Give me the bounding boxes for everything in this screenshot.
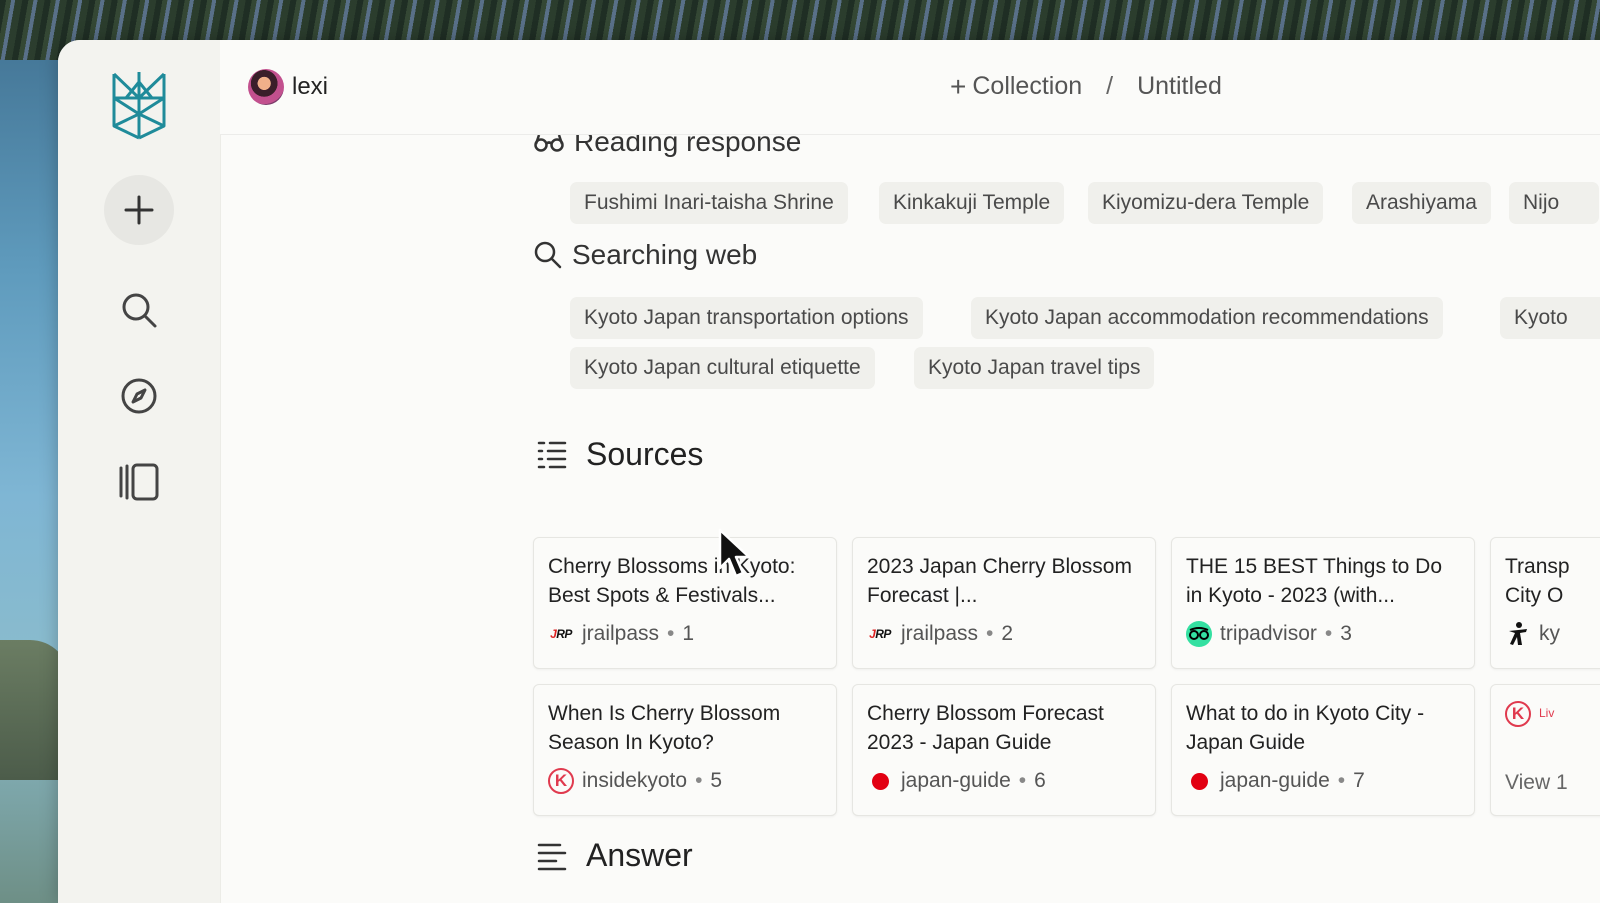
source-meta: tripadvisor • 3	[1186, 621, 1352, 647]
source-site: japan-guide	[901, 769, 1011, 792]
source-card[interactable]: When Is Cherry Blossom Season In Kyoto? …	[533, 684, 837, 816]
source-title: Cherry Blossom Forecast 2023 - Japan Gui…	[867, 702, 1104, 754]
search-query-chip[interactable]: Kyoto Japan cultural etiquette	[570, 347, 875, 389]
reading-chip[interactable]: Fushimi Inari-taisha Shrine	[570, 182, 848, 224]
perplexity-logo-icon[interactable]	[108, 68, 170, 142]
discover-nav-button[interactable]	[104, 361, 174, 431]
compass-icon	[121, 378, 157, 414]
reading-chip[interactable]: Kinkakuji Temple	[879, 182, 1065, 224]
source-site: ky	[1539, 622, 1560, 645]
top-header: lexi + Collection / Untitled	[220, 40, 1600, 135]
searching-step-title: Searching web	[534, 239, 757, 271]
source-meta: japan-guide • 6	[867, 768, 1046, 794]
source-site: insidekyoto	[582, 769, 688, 792]
source-index: 7	[1353, 769, 1365, 792]
source-meta: J RP jrailpass • 2	[867, 621, 1013, 647]
source-site: jrailpass	[901, 622, 979, 645]
source-card[interactable]: Cherry Blossoms in Kyoto: Best Spots & F…	[533, 537, 837, 669]
source-title: Transp City O	[1505, 555, 1570, 607]
user-avatar[interactable]	[248, 69, 284, 105]
source-title: Cherry Blossoms in Kyoto: Best Spots & F…	[548, 555, 796, 607]
source-title: THE 15 BEST Things to Do in Kyoto - 2023…	[1186, 555, 1443, 607]
search-icon	[534, 241, 562, 269]
library-nav-button[interactable]	[104, 447, 174, 517]
tripadvisor-owl-icon	[1186, 621, 1212, 647]
search-query-chip[interactable]: Kyoto Japan accommodation recommendation…	[971, 297, 1443, 339]
japan-guide-favicon-icon	[867, 768, 893, 794]
source-card[interactable]: THE 15 BEST Things to Do in Kyoto - 2023…	[1171, 537, 1475, 669]
glasses-icon	[534, 134, 564, 152]
reading-chip[interactable]: Arashiyama	[1352, 182, 1491, 224]
breadcrumb-separator: /	[1106, 72, 1114, 100]
search-nav-button[interactable]	[104, 275, 174, 345]
sidebar	[58, 40, 221, 903]
source-index: 3	[1340, 622, 1352, 645]
thread-content: Reading response Fushimi Inari-taisha Sh…	[220, 126, 1600, 903]
answer-heading: Answer	[536, 837, 693, 874]
source-title: K Liv	[1505, 699, 1600, 728]
add-to-collection-link[interactable]: Collection	[972, 72, 1082, 101]
source-title: 2023 Japan Cherry Blossom Forecast |...	[867, 555, 1132, 607]
search-query-chip[interactable]: Kyoto	[1500, 297, 1600, 339]
source-card[interactable]: 2023 Japan Cherry Blossom Forecast |... …	[852, 537, 1156, 669]
source-card[interactable]: Cherry Blossom Forecast 2023 - Japan Gui…	[852, 684, 1156, 816]
japan-guide-favicon-icon	[1186, 768, 1212, 794]
source-card[interactable]: What to do in Kyoto City - Japan Guide j…	[1171, 684, 1475, 816]
source-meta: japan-guide • 7	[1186, 768, 1365, 794]
kyoto-figure-favicon-icon	[1505, 621, 1531, 647]
app-window: lexi + Collection / Untitled Reading res…	[58, 40, 1600, 903]
plus-icon[interactable]: +	[950, 72, 966, 101]
k-favicon-icon: K	[1505, 700, 1531, 727]
new-thread-button[interactable]	[104, 175, 174, 245]
jrailpass-favicon-icon: J RP	[550, 627, 572, 641]
source-site: tripadvisor	[1220, 622, 1317, 645]
search-query-chip[interactable]: Kyoto Japan travel tips	[914, 347, 1155, 389]
search-query-chip[interactable]: Kyoto Japan transportation options	[570, 297, 923, 339]
reading-chip[interactable]: Nijo	[1509, 182, 1600, 224]
thread-title[interactable]: Untitled	[1137, 72, 1222, 101]
answer-lines-icon	[537, 843, 567, 870]
source-title: When Is Cherry Blossom Season In Kyoto?	[548, 702, 781, 754]
view-more-sources-card[interactable]: K Liv View 1	[1490, 684, 1600, 816]
source-site: japan-guide	[1220, 769, 1330, 792]
search-icon	[122, 293, 157, 328]
source-meta: J RP jrailpass • 1	[548, 621, 694, 647]
username-label[interactable]: lexi	[292, 73, 328, 101]
mouse-cursor-icon	[718, 528, 751, 578]
source-index: 5	[710, 769, 723, 792]
source-index: 1	[682, 622, 695, 645]
source-index: 6	[1034, 769, 1046, 792]
insidekyoto-favicon-icon: K	[548, 768, 574, 794]
library-icon	[119, 463, 159, 501]
source-card[interactable]: Transp City O ky	[1490, 537, 1600, 669]
view-more-label[interactable]: View 1	[1505, 771, 1568, 795]
breadcrumb: + Collection / Untitled	[950, 72, 1222, 101]
jrailpass-favicon-icon: J RP	[869, 627, 891, 641]
source-site: jrailpass	[582, 622, 660, 645]
source-index: 2	[1001, 622, 1014, 645]
reading-chip[interactable]: Kiyomizu-dera Temple	[1088, 182, 1324, 224]
sources-heading: Sources	[536, 436, 703, 473]
plus-icon	[124, 195, 154, 225]
source-title: What to do in Kyoto City - Japan Guide	[1186, 702, 1425, 754]
source-meta: ky	[1505, 621, 1560, 647]
sources-list-icon	[537, 441, 567, 468]
source-meta: K insidekyoto • 5	[548, 768, 722, 794]
